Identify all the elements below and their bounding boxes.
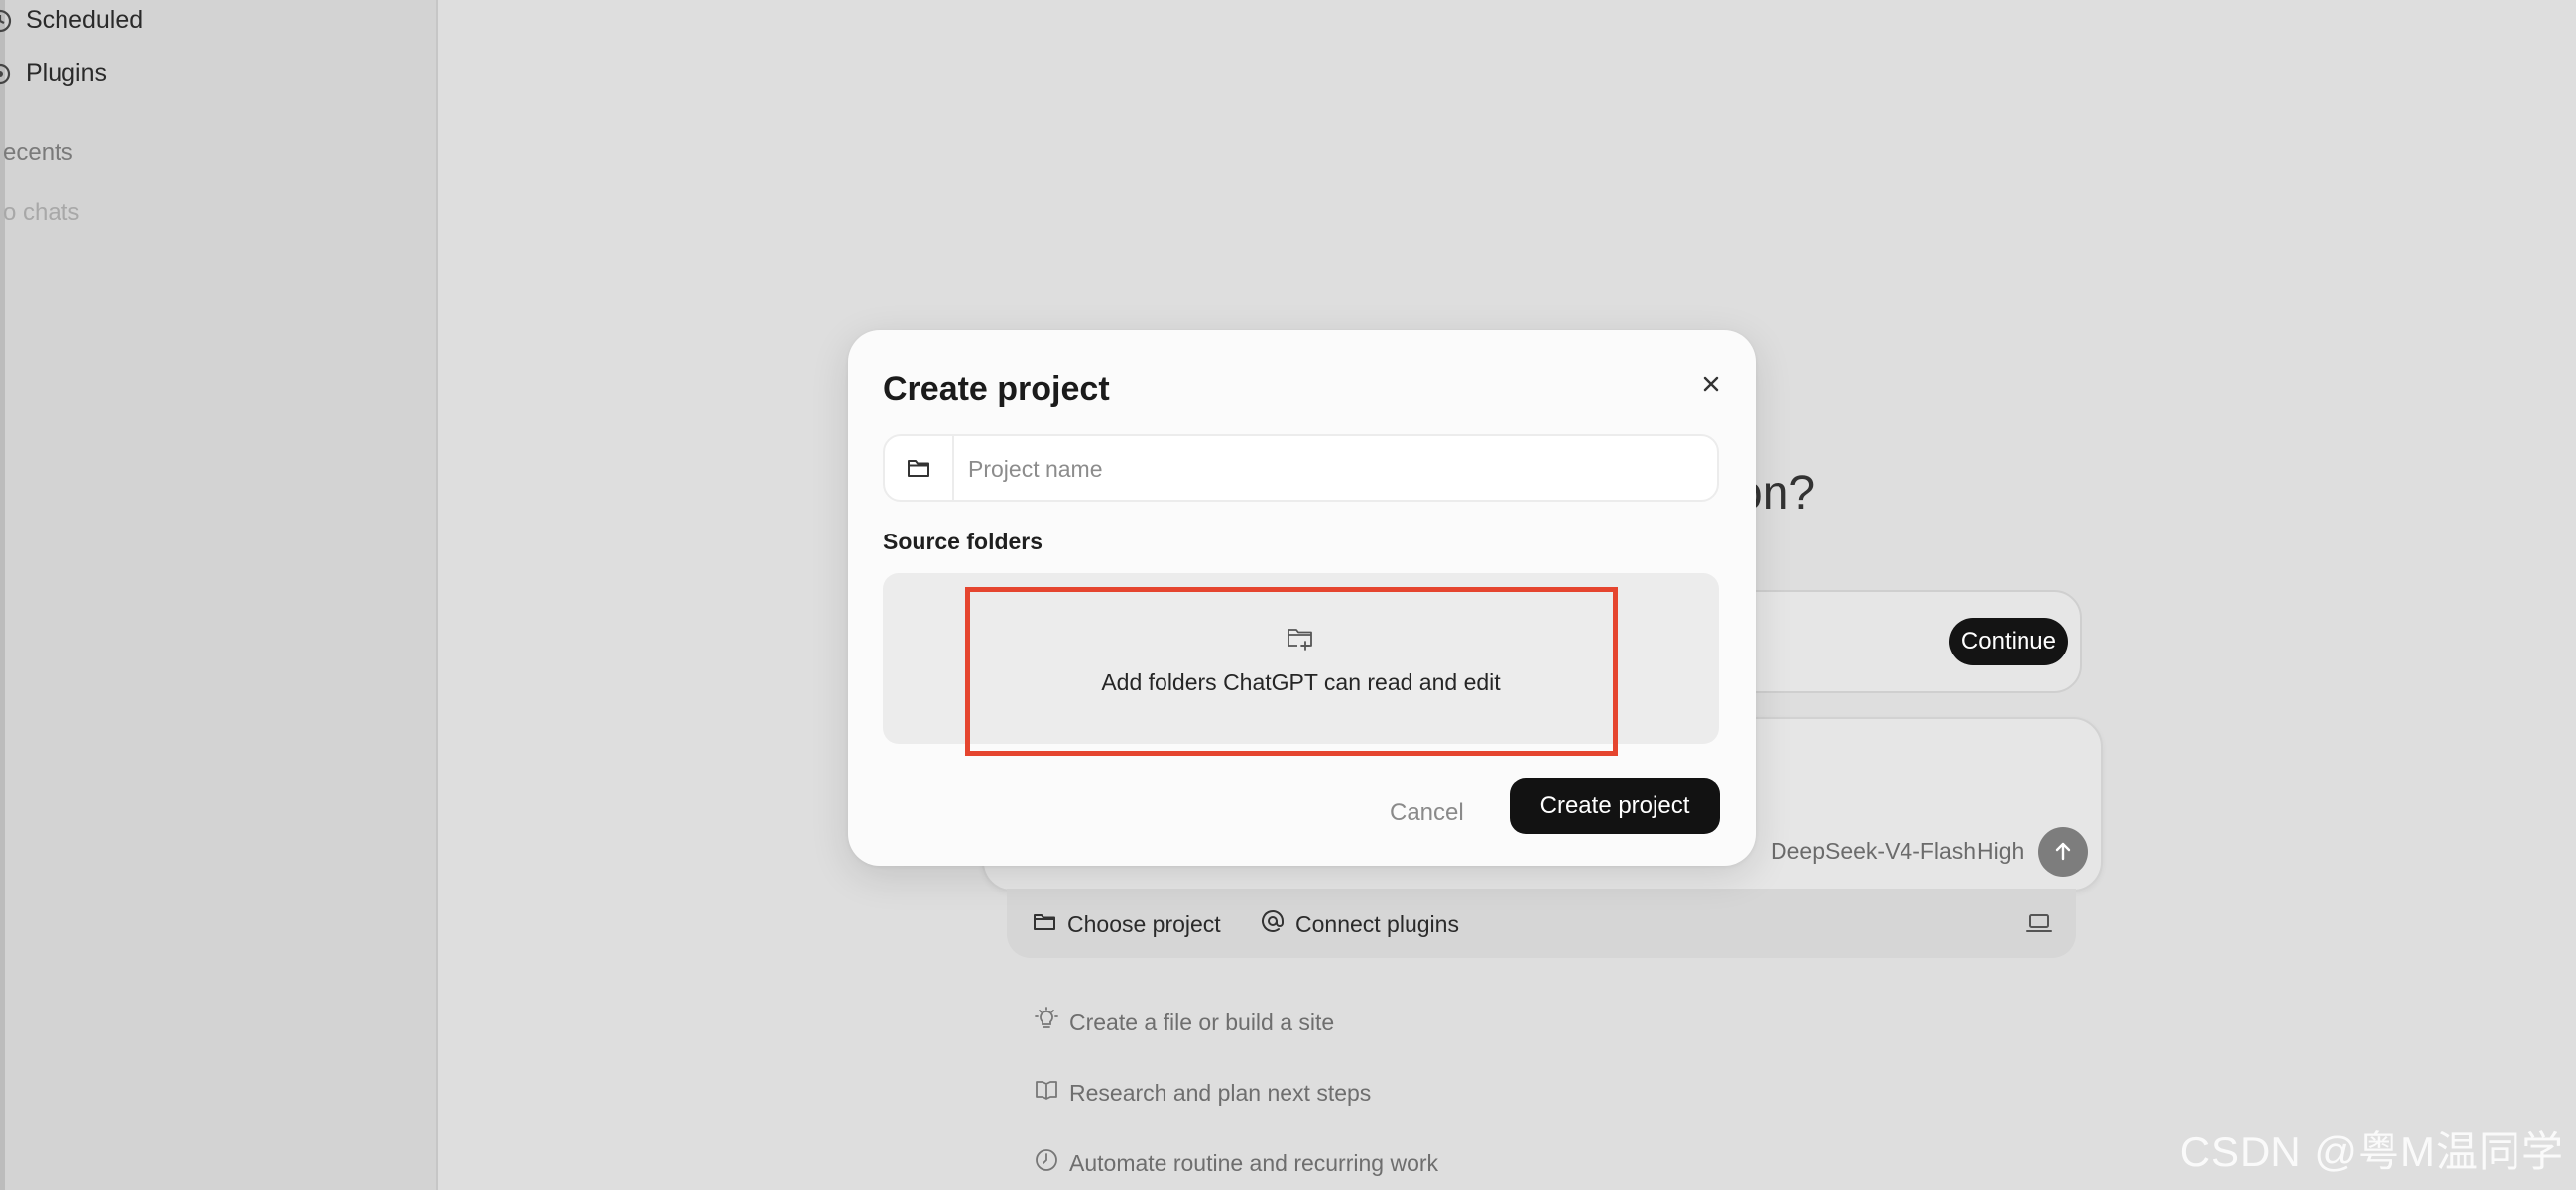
add-folders-dropzone[interactable]: Add folders ChatGPT can read and edit (883, 573, 1719, 744)
book-icon (1034, 1077, 1059, 1109)
watermark: CSDN @粤M温同学 (2179, 1129, 2564, 1175)
folder-icon (885, 436, 954, 500)
laptop-icon[interactable] (2026, 912, 2052, 939)
sidebar-item-scheduled[interactable]: Scheduled (0, 6, 143, 35)
suggestion-research[interactable]: Research and plan next steps (1034, 1077, 1371, 1109)
connect-plugins-button[interactable]: Connect plugins (1260, 908, 1459, 940)
arrow-up-icon (2050, 838, 2076, 867)
folder-plus-icon (1286, 623, 1315, 657)
sidebar-item-label: Plugins (26, 60, 107, 87)
effort-selector[interactable]: High (1977, 838, 2024, 865)
continue-button[interactable]: Continue (1948, 618, 2068, 665)
sidebar-edge (0, 0, 5, 1190)
send-button[interactable] (2038, 827, 2088, 877)
recents-heading: ecents (3, 139, 73, 166)
project-name-field[interactable] (883, 434, 1719, 502)
connect-plugins-label: Connect plugins (1295, 910, 1459, 937)
suggestion-label: Research and plan next steps (1069, 1079, 1372, 1106)
close-icon (1693, 376, 1729, 405)
project-name-input[interactable] (966, 450, 1704, 488)
create-project-dialog: Create project Source folders Add folder… (848, 330, 1756, 866)
clock-icon (0, 7, 14, 35)
sidebar: Scheduled Plugins ecents o chats (0, 0, 438, 1190)
suggestion-label: Create a file or build a site (1069, 1009, 1335, 1035)
close-button[interactable] (1693, 366, 1729, 402)
empty-chats-label: o chats (3, 199, 80, 226)
at-sign-icon (1260, 908, 1286, 940)
source-folders-label: Source folders (883, 529, 1043, 554)
plugin-icon (0, 60, 14, 88)
sidebar-item-plugins[interactable]: Plugins (0, 60, 107, 88)
choose-project-button[interactable]: Choose project (1032, 908, 1221, 940)
suggestion-automate[interactable]: Automate routine and recurring work (1034, 1147, 1438, 1179)
suggestion-label: Automate routine and recurring work (1069, 1149, 1439, 1176)
cancel-button[interactable]: Cancel (1384, 786, 1470, 840)
lightbulb-icon (1034, 1007, 1059, 1038)
sidebar-item-label: Scheduled (26, 6, 144, 34)
clock-icon (1034, 1147, 1059, 1179)
folder-icon (1032, 908, 1057, 940)
suggestion-create-file[interactable]: Create a file or build a site (1034, 1007, 1334, 1038)
project-bar: Choose project Connect plugins (1007, 889, 2076, 958)
model-selector[interactable]: DeepSeek-V4-Flash (1771, 838, 1976, 865)
choose-project-label: Choose project (1067, 910, 1221, 937)
add-folders-text: Add folders ChatGPT can read and edit (1101, 669, 1501, 695)
dialog-title: Create project (883, 370, 1110, 408)
create-project-button[interactable]: Create project (1510, 778, 1720, 834)
